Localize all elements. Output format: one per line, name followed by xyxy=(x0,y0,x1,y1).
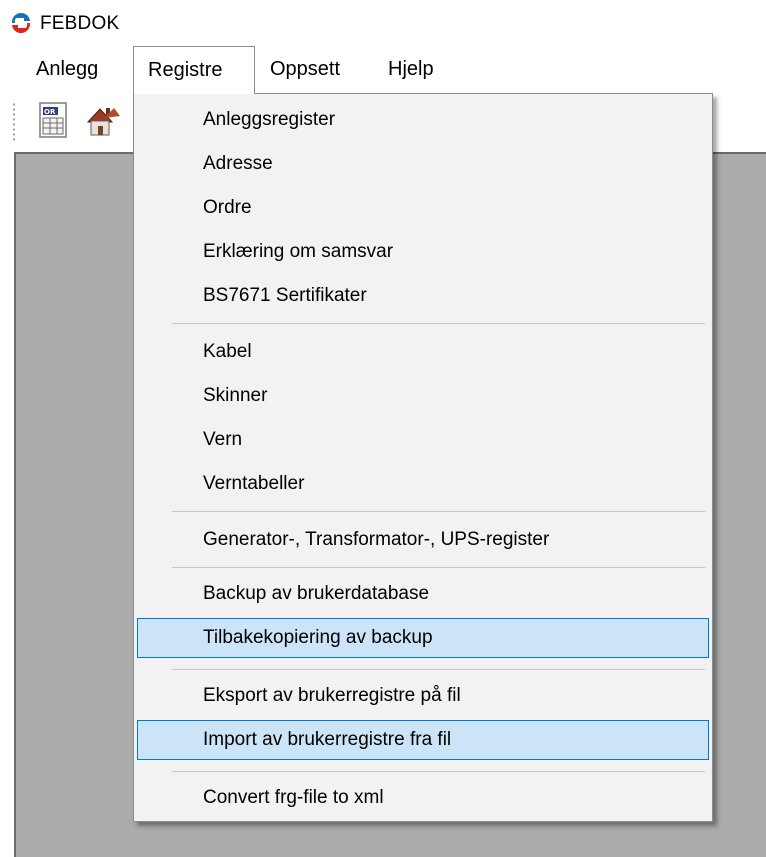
title-bar: FEBDOK xyxy=(0,0,766,46)
facility-house-button[interactable] xyxy=(86,100,120,140)
menu-item-label: Anleggsregister xyxy=(203,109,336,130)
menu-hjelp[interactable]: Hjelp xyxy=(374,46,448,92)
menu-item-anleggsregister[interactable]: Anleggsregister xyxy=(137,100,709,140)
menu-item-label: Ordre xyxy=(203,197,252,218)
facility-house-icon xyxy=(86,108,120,136)
menu-item-vern[interactable]: Vern xyxy=(137,420,709,460)
menu-item-erklaering[interactable]: Erklæring om samsvar xyxy=(137,232,709,272)
menu-item-label: BS7671 Sertifikater xyxy=(203,285,367,306)
menu-item-label: Tilbakekopiering av backup xyxy=(203,627,433,648)
menu-item-generator-register[interactable]: Generator-, Transformator-, UPS-register xyxy=(137,520,709,560)
order-register-button[interactable]: OR xyxy=(36,100,70,140)
menu-item-label: Skinner xyxy=(203,385,268,406)
menu-oppsett[interactable]: Oppsett xyxy=(256,46,354,92)
menu-item-label: Convert frg-file to xml xyxy=(203,787,384,808)
order-register-icon-text: OR xyxy=(44,108,56,116)
menu-item-bs7671[interactable]: BS7671 Sertifikater xyxy=(137,276,709,316)
menu-separator xyxy=(172,567,705,568)
menu-item-label: Verntabeller xyxy=(203,473,305,494)
menu-item-convert-frg[interactable]: Convert frg-file to xml xyxy=(137,778,709,818)
menu-item-label: Generator-, Transformator-, UPS-register xyxy=(203,529,550,550)
registre-dropdown-menu: Anleggsregister Adresse Ordre Erklæring … xyxy=(133,93,713,822)
menu-item-backup[interactable]: Backup av brukerdatabase xyxy=(137,574,709,614)
menu-item-skinner[interactable]: Skinner xyxy=(137,376,709,416)
menu-item-ordre[interactable]: Ordre xyxy=(137,188,709,228)
menu-separator xyxy=(172,771,705,772)
menu-item-import[interactable]: Import av brukerregistre fra fil xyxy=(137,720,709,760)
window-title: FEBDOK xyxy=(40,13,120,34)
febdok-logo-icon xyxy=(11,12,31,34)
menu-item-label: Adresse xyxy=(203,153,273,174)
menu-item-label: Vern xyxy=(203,429,243,450)
menu-bar: Anlegg Registre Oppsett Hjelp xyxy=(0,46,766,94)
order-register-icon: OR xyxy=(39,102,67,138)
menu-anlegg[interactable]: Anlegg xyxy=(22,46,112,92)
menu-item-verntabeller[interactable]: Verntabeller xyxy=(137,464,709,504)
menu-item-adresse[interactable]: Adresse xyxy=(137,144,709,184)
menu-item-kabel[interactable]: Kabel xyxy=(137,332,709,372)
menu-separator xyxy=(172,511,705,512)
toolbar-grip[interactable] xyxy=(12,102,16,142)
menu-registre[interactable]: Registre xyxy=(133,46,255,94)
menu-item-export[interactable]: Eksport av brukerregistre på fil xyxy=(137,676,709,716)
menu-item-label: Import av brukerregistre fra fil xyxy=(203,729,452,750)
menu-item-label: Erklæring om samsvar xyxy=(203,241,394,262)
menu-separator xyxy=(172,669,705,670)
menu-item-label: Eksport av brukerregistre på fil xyxy=(203,685,461,706)
menu-item-label: Backup av brukerdatabase xyxy=(203,583,430,604)
menu-item-restore-backup[interactable]: Tilbakekopiering av backup xyxy=(137,618,709,658)
menu-item-label: Kabel xyxy=(203,341,252,362)
menu-separator xyxy=(172,323,705,324)
